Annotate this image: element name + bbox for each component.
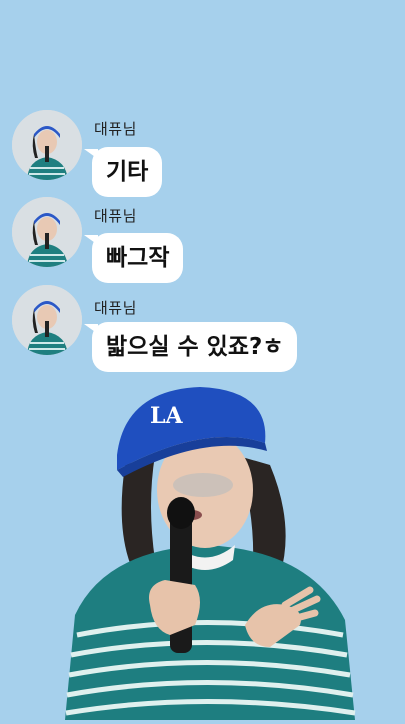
avatar[interactable] — [12, 197, 82, 267]
message-bubble[interactable]: 빠그작 — [83, 233, 184, 283]
avatar[interactable] — [12, 110, 82, 180]
sender-name: 대퓨님 — [94, 120, 137, 138]
sender-name: 대퓨님 — [94, 207, 137, 225]
message-bubble[interactable]: 기타 — [83, 147, 163, 197]
sender-name: 대퓨님 — [94, 299, 137, 317]
avatar[interactable] — [12, 285, 82, 355]
speaker-photo: LA — [55, 385, 365, 720]
message-bubble[interactable]: 밟으실 수 있죠?ㅎ — [83, 322, 298, 372]
cap-logo: LA — [150, 403, 183, 429]
